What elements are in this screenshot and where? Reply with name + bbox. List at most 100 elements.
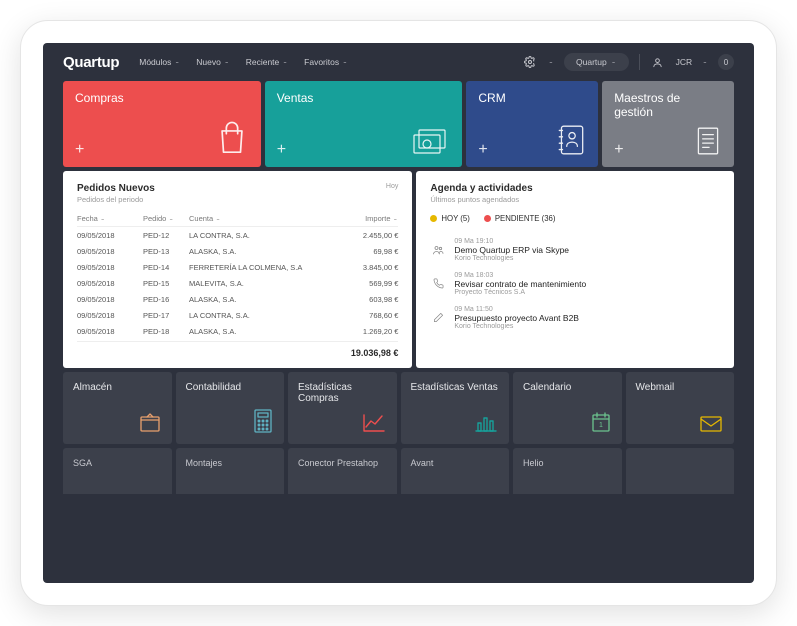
app-tile[interactable]: Avant — [401, 448, 510, 494]
agenda-item[interactable]: 09 Ma 18:03Revisar contrato de mantenimi… — [430, 267, 720, 301]
brand-logo[interactable]: Quartup — [63, 54, 119, 71]
chartup-icon — [361, 412, 387, 436]
tiles-row-top: Compras + Ventas + CRM + Maestros de ges… — [63, 81, 734, 167]
table-row[interactable]: 09/05/2018PED-17LA CONTRA, S.A.768,60 € — [77, 307, 398, 323]
nav-nuevo[interactable]: Nuevo⌄ — [196, 57, 229, 67]
table-row[interactable]: 09/05/2018PED-12LA CONTRA, S.A.2.455,00 … — [77, 227, 398, 243]
app-tile[interactable]: Webmail — [626, 372, 735, 444]
panel-subtitle: Pedidos del periodo — [77, 195, 155, 204]
user-name[interactable]: JCR — [676, 57, 693, 67]
chevron-down-icon: ⌄ — [168, 216, 174, 221]
tab-label: HOY (5) — [441, 214, 469, 223]
table-row[interactable]: 09/05/2018PED-13ALASKA, S.A.69,98 € — [77, 243, 398, 259]
nav-modulos[interactable]: Módulos⌄ — [139, 57, 180, 67]
col-pedido[interactable]: Pedido⌄ — [143, 214, 189, 223]
cell-account: LA CONTRA, S.A. — [189, 311, 342, 320]
table-row[interactable]: 09/05/2018PED-18ALASKA, S.A.1.269,20 € — [77, 323, 398, 339]
chevron-down-icon: ⌄ — [215, 216, 221, 221]
nav-label: Reciente — [246, 57, 280, 67]
tile-maestros[interactable]: Maestros de gestión + — [602, 81, 734, 167]
plus-icon[interactable]: + — [478, 141, 487, 159]
cell-amount: 768,60 € — [342, 311, 398, 320]
app-tile[interactable]: Helio — [513, 448, 622, 494]
tile-ventas[interactable]: Ventas + — [265, 81, 463, 167]
dot-icon — [430, 215, 437, 222]
notif-badge[interactable]: 0 — [718, 54, 734, 70]
cell-order: PED-14 — [143, 263, 189, 272]
tab-hoy[interactable]: HOY (5) — [430, 214, 469, 223]
agenda-org: Korio Technologies — [454, 323, 579, 330]
plus-icon[interactable]: + — [75, 141, 84, 159]
cell-date: 09/05/2018 — [77, 311, 143, 320]
panel-subtitle: Últimos puntos agendados — [430, 195, 720, 204]
tab-label: PENDIENTE (36) — [495, 214, 556, 223]
app-tile[interactable]: Estadísticas Ventas — [401, 372, 510, 444]
panel-link-hoy[interactable]: Hoy — [386, 183, 398, 214]
app-tile[interactable]: Almacén — [63, 372, 172, 444]
app-tile[interactable]: Calendario1 — [513, 372, 622, 444]
document-icon — [694, 125, 722, 157]
chevron-down-icon: ⌄ — [548, 60, 554, 65]
tile-crm[interactable]: CRM + — [466, 81, 598, 167]
gear-icon[interactable] — [522, 54, 538, 70]
tile-label: Estadísticas Compras — [298, 382, 387, 404]
col-cuenta[interactable]: Cuenta⌄ — [189, 214, 342, 223]
tile-label: Estadísticas Ventas — [411, 382, 500, 393]
col-importe[interactable]: Importe⌄ — [342, 214, 398, 223]
cell-date: 09/05/2018 — [77, 247, 143, 256]
app-tile[interactable]: Montajes — [176, 448, 285, 494]
panels-row: Pedidos Nuevos Pedidos del periodo Hoy F… — [63, 171, 734, 368]
phone-icon — [430, 272, 446, 296]
tile-title: Ventas — [277, 91, 451, 105]
agenda-list: 09 Ma 19:10Demo Quartup ERP via SkypeKor… — [430, 233, 720, 335]
plus-icon[interactable]: + — [277, 141, 286, 159]
plus-icon[interactable]: + — [614, 141, 623, 159]
tile-label: Almacén — [73, 382, 162, 393]
agenda-item[interactable]: 09 Ma 19:10Demo Quartup ERP via SkypeKor… — [430, 233, 720, 267]
col-fecha[interactable]: Fecha⌄ — [77, 214, 143, 223]
cell-date: 09/05/2018 — [77, 295, 143, 304]
app-tile[interactable]: Contabilidad — [176, 372, 285, 444]
bag-icon — [215, 119, 249, 157]
agenda-item[interactable]: 09 Ma 11:50Presupuesto proyecto Avant B2… — [430, 301, 720, 335]
table-row[interactable]: 09/05/2018PED-14FERRETERÍA LA COLMENA, S… — [77, 259, 398, 275]
app-tile[interactable] — [626, 448, 735, 494]
mail-icon — [698, 414, 724, 436]
cell-order: PED-15 — [143, 279, 189, 288]
total-row: 19.036,98 € — [77, 341, 398, 358]
col-label: Pedido — [143, 214, 166, 223]
agenda-title: Demo Quartup ERP via Skype — [454, 245, 569, 255]
cal-icon: 1 — [590, 410, 612, 436]
tab-pendiente[interactable]: PENDIENTE (36) — [484, 214, 556, 223]
bars-icon — [473, 412, 499, 436]
chevron-down-icon: ⌄ — [224, 60, 230, 65]
table-row[interactable]: 09/05/2018PED-16ALASKA, S.A.603,98 € — [77, 291, 398, 307]
cell-account: ALASKA, S.A. — [189, 295, 342, 304]
device-frame: Quartup Módulos⌄ Nuevo⌄ Reciente⌄ Favori… — [20, 20, 777, 606]
col-label: Cuenta — [189, 214, 213, 223]
tile-compras[interactable]: Compras + — [63, 81, 261, 167]
cell-order: PED-17 — [143, 311, 189, 320]
cell-amount: 569,99 € — [342, 279, 398, 288]
nav-reciente[interactable]: Reciente⌄ — [246, 57, 288, 67]
org-switcher[interactable]: Quartup⌄ — [564, 53, 629, 71]
cell-order: PED-13 — [143, 247, 189, 256]
nav-favoritos[interactable]: Favoritos⌄ — [304, 57, 348, 67]
calc-icon — [252, 408, 274, 436]
app-tile[interactable]: Conector Prestahop — [288, 448, 397, 494]
tile-label: Montajes — [186, 458, 275, 468]
app-tile[interactable]: SGA — [63, 448, 172, 494]
table-head: Fecha⌄ Pedido⌄ Cuenta⌄ Importe⌄ — [77, 214, 398, 227]
agenda-org: Proyecto Técnicos S.A — [454, 289, 586, 296]
panel-title: Agenda y actividades — [430, 183, 720, 194]
content: Compras + Ventas + CRM + Maestros de ges… — [43, 81, 754, 494]
chevron-down-icon: ⌄ — [611, 60, 617, 65]
cell-amount: 3.845,00 € — [342, 263, 398, 272]
app-tile[interactable]: Estadísticas Compras — [288, 372, 397, 444]
agenda-time: 09 Ma 11:50 — [454, 306, 579, 313]
cell-amount: 603,98 € — [342, 295, 398, 304]
agenda-time: 09 Ma 18:03 — [454, 272, 586, 279]
top-nav: Módulos⌄ Nuevo⌄ Reciente⌄ Favoritos⌄ — [139, 57, 502, 67]
table-row[interactable]: 09/05/2018PED-15MALEVITA, S.A.569,99 € — [77, 275, 398, 291]
user-icon[interactable] — [650, 54, 666, 70]
